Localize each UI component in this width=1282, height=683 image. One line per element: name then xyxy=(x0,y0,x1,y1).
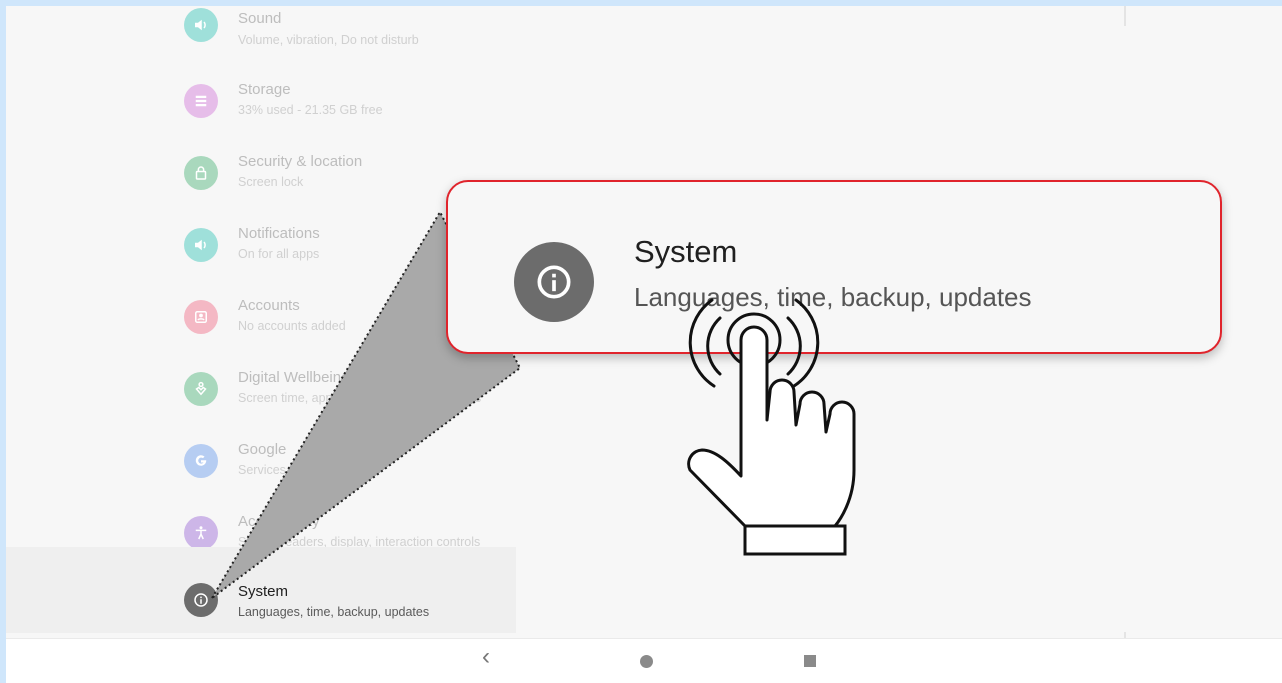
tap-hand-icon xyxy=(687,298,856,556)
